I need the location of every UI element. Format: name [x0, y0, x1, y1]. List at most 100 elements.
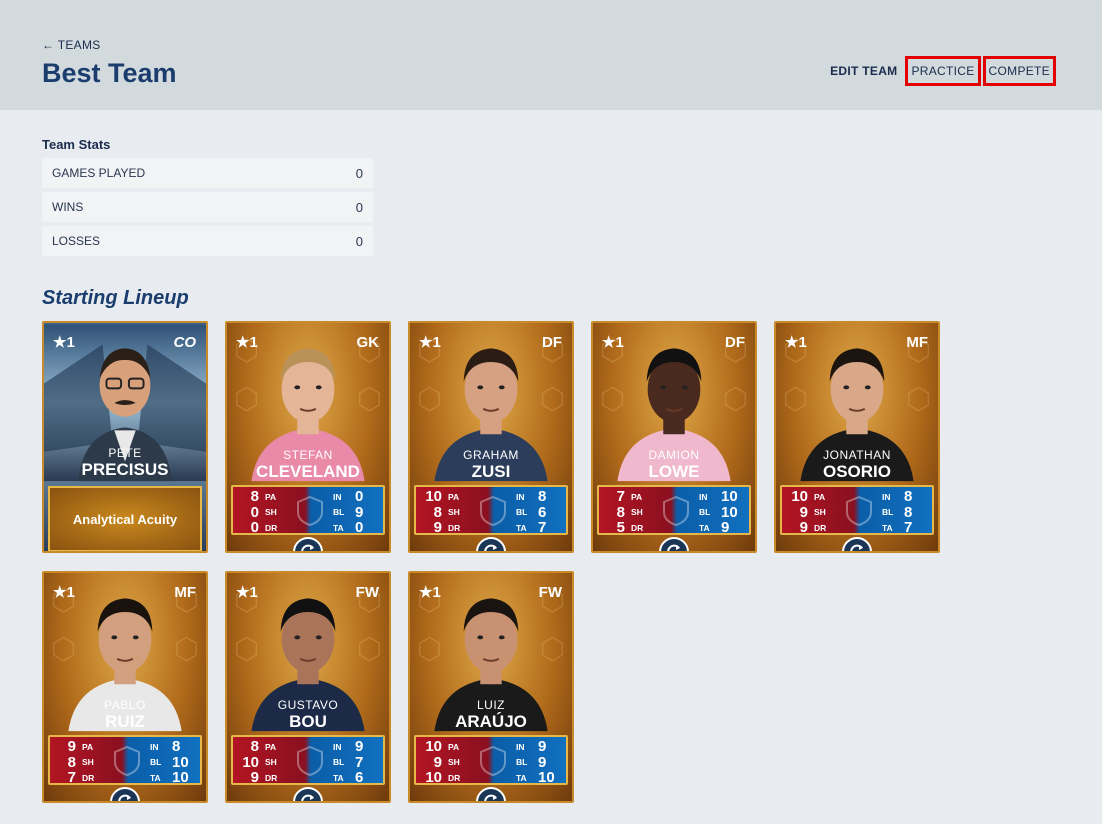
stat-sh-label: SH	[82, 757, 94, 768]
attack-stats: 10 PA 9 SH 10 DR	[420, 738, 466, 786]
coach-last-name: PRECISUS	[81, 460, 169, 479]
player-card[interactable]: ★1 MF PABLO RUIZ 9 PA 8 SH 7 DR IN 8 BL 10 TA…	[42, 571, 208, 803]
stat-pa-value: 10	[425, 738, 442, 756]
stat-value: 0	[355, 233, 363, 249]
stat-ta-value: 10	[538, 769, 555, 787]
refresh-icon	[850, 544, 863, 551]
stat-pa-label: PA	[265, 741, 277, 752]
player-position: GK	[356, 334, 380, 351]
player-position: DF	[725, 334, 745, 351]
stat-ta-label: TA	[333, 772, 344, 783]
coach-position: CO	[173, 334, 197, 351]
player-card[interactable]: ★1 FW GUSTAVO BOU 8 PA 10 SH 9 DR IN 9 BL 7 T…	[225, 571, 391, 803]
stat-ta-value: 7	[538, 519, 547, 537]
attack-stats: 8 PA 10 SH 9 DR	[237, 738, 283, 786]
edit-team-button[interactable]: EDIT TEAM	[824, 56, 903, 86]
swap-player-button[interactable]	[659, 537, 689, 551]
player-card[interactable]: ★1 MF JONATHAN OSORIO 10 PA 9 SH 9 DR IN 8 B…	[774, 321, 940, 553]
stat-in-value: 9	[355, 738, 364, 756]
player-stats-panel: 7 PA 8 SH 5 DR IN 10 BL 10 TA 9	[597, 485, 751, 537]
stat-dr-label: DR	[448, 772, 461, 783]
stat-bl-value: 8	[904, 503, 913, 521]
player-rating: ★1	[785, 334, 807, 351]
compete-button[interactable]: COMPETE	[982, 56, 1056, 86]
swap-player-button[interactable]	[110, 787, 140, 801]
stat-ta-value: 9	[721, 519, 730, 537]
shield-icon	[846, 495, 872, 527]
stat-sh-label: SH	[265, 757, 277, 768]
back-to-teams-link[interactable]: ← TEAMS	[42, 38, 101, 52]
stat-pa-value: 10	[425, 488, 442, 506]
attack-stats: 10 PA 9 SH 9 DR	[786, 488, 832, 536]
stat-in-value: 8	[538, 488, 547, 506]
stat-ta-label: TA	[516, 522, 527, 533]
stat-ta-label: TA	[333, 522, 344, 533]
stat-sh-value: 8	[67, 753, 76, 771]
player-first-name: LUIZ	[476, 698, 505, 712]
stat-bl-value: 7	[355, 753, 364, 771]
player-card[interactable]: ★1 FW LUIZ ARAÚJO 10 PA 9 SH 10 DR IN 9 BL 9 …	[408, 571, 574, 803]
coach-first-name: PETE	[108, 446, 142, 460]
stat-in-value: 8	[172, 738, 181, 756]
starting-lineup-title: Starting Lineup	[42, 287, 189, 309]
swap-player-button[interactable]	[842, 537, 872, 551]
swap-player-button[interactable]	[293, 787, 323, 801]
player-card[interactable]: ★1 DF GRAHAM ZUSI 10 PA 8 SH 9 DR IN 8 BL 6 T…	[408, 321, 574, 553]
refresh-icon	[484, 544, 497, 551]
page-title: Best Team	[42, 58, 177, 88]
player-first-name: DAMION	[648, 448, 700, 462]
stat-label: WINS	[52, 200, 84, 214]
defense-stats: IN 9 BL 9 TA 10	[516, 738, 562, 787]
stat-in-label: IN	[150, 741, 159, 752]
player-last-name: OSORIO	[822, 462, 891, 481]
stat-bl-value: 10	[721, 503, 738, 521]
team-stats-title: Team Stats	[42, 137, 111, 152]
player-rating: ★1	[602, 334, 624, 351]
stat-in-label: IN	[516, 491, 525, 502]
stat-dr-value: 9	[433, 519, 442, 537]
player-last-name: RUIZ	[105, 712, 145, 731]
stat-pa-value: 10	[791, 488, 808, 506]
stat-in-value: 10	[721, 488, 738, 506]
stat-in-value: 9	[538, 738, 547, 756]
player-stats-panel: 10 PA 9 SH 9 DR IN 8 BL 8 TA 7	[780, 485, 934, 537]
stat-ta-value: 7	[904, 519, 913, 537]
swap-player-button[interactable]	[476, 787, 506, 801]
defense-stats: IN 0 BL 9 TA 0	[333, 488, 379, 536]
attack-stats: 8 PA 0 SH 0 DR	[237, 488, 283, 537]
swap-player-button[interactable]	[293, 537, 323, 551]
player-last-name: ZUSI	[471, 462, 511, 481]
stat-dr-value: 0	[250, 519, 259, 537]
coach-card[interactable]: ★1 CO PETE PRECISUS Analytical Acuity	[42, 321, 208, 553]
player-card[interactable]: ★1 GK STEFAN CLEVELAND 8 PA 0 SH 0 DR IN 0 B…	[225, 321, 391, 553]
stat-ta-label: TA	[150, 772, 161, 783]
player-first-name: STEFAN	[283, 448, 333, 462]
page-header: ← TEAMS Best Team EDIT TEAM PRACTICE COM…	[0, 0, 1102, 110]
coach-rating: ★1	[53, 334, 75, 351]
stat-ta-label: TA	[882, 522, 893, 533]
swap-player-button[interactable]	[476, 537, 506, 551]
practice-button[interactable]: PRACTICE	[905, 56, 981, 86]
player-first-name: PABLO	[104, 698, 146, 712]
refresh-icon	[484, 794, 497, 801]
stat-bl-label: BL	[150, 757, 162, 768]
stat-bl-label: BL	[516, 507, 528, 518]
player-first-name: GUSTAVO	[277, 698, 339, 712]
stat-bl-label: BL	[333, 757, 345, 768]
player-last-name: BOU	[289, 712, 327, 731]
shield-icon	[480, 745, 506, 777]
stat-pa-value: 8	[250, 738, 259, 756]
stat-dr-label: DR	[631, 522, 644, 533]
coach-ability: Analytical Acuity	[48, 486, 202, 551]
player-card[interactable]: ★1 DF DAMION LOWE 7 PA 8 SH 5 DR IN 10 BL 10 …	[591, 321, 757, 553]
player-rating: ★1	[53, 584, 75, 601]
shield-icon	[297, 745, 323, 777]
stat-pa-value: 9	[67, 738, 76, 756]
stat-in-label: IN	[516, 741, 525, 752]
stat-value: 0	[355, 165, 363, 181]
stat-pa-label: PA	[814, 491, 826, 502]
defense-stats: IN 8 BL 10 TA 10	[150, 738, 196, 786]
player-position: FW	[538, 584, 562, 601]
stat-dr-label: DR	[448, 522, 461, 533]
stat-value: 0	[355, 199, 363, 215]
